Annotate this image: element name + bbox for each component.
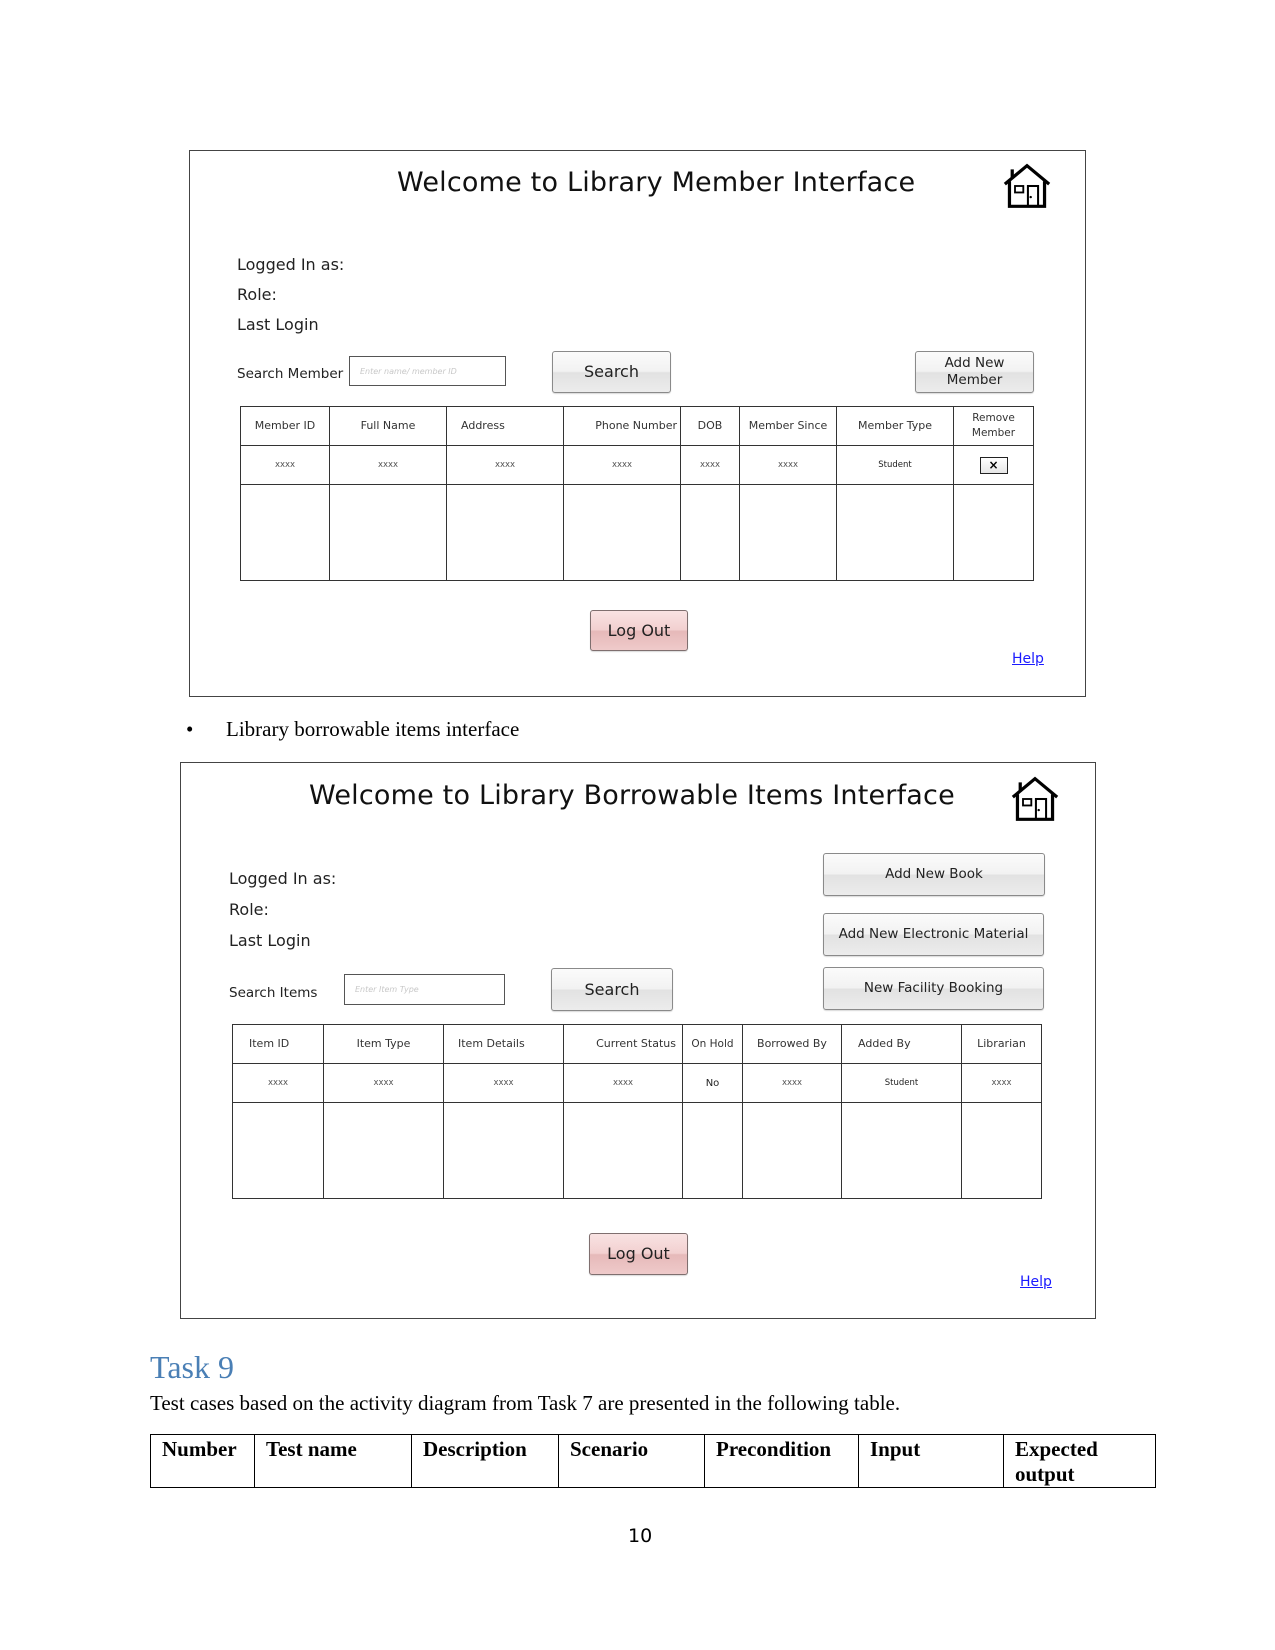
header-member-id: Member ID [240, 406, 330, 446]
items-interface-mockup: Welcome to Library Borrowable Items Inte… [180, 762, 1096, 1319]
header-item-type: Item Type [323, 1024, 444, 1064]
task-heading: Task 9 [150, 1349, 234, 1385]
members-table: Member ID Full Name Address Phone Number… [240, 406, 1034, 581]
cell-added-by: Student [841, 1063, 962, 1103]
page-number: 10 [628, 1525, 653, 1547]
member-interface-title: Welcome to Library Member Interface [397, 167, 916, 198]
help-link[interactable]: Help [1012, 651, 1044, 667]
items-interface-title: Welcome to Library Borrowable Items Inte… [309, 780, 955, 811]
header-precondition: Precondition [704, 1433, 859, 1489]
header-librarian: Librarian [961, 1024, 1042, 1064]
table-row: xxxx xxxx xxxx xxxx No xxxx Student xxxx [232, 1063, 1042, 1103]
header-test-name: Test name [254, 1433, 412, 1489]
cell-dob: xxxx [680, 445, 740, 485]
cell-current-status: xxxx [563, 1063, 683, 1103]
bullet-text: Library borrowable items interface [226, 717, 520, 741]
header-item-details: Item Details [443, 1024, 564, 1064]
add-new-member-button[interactable]: Add New Member [915, 351, 1034, 393]
table-row: xxxx xxxx xxxx xxxx xxxx xxxx Student × [240, 445, 1034, 485]
empty-row [232, 1102, 1042, 1199]
header-scenario: Scenario [558, 1433, 705, 1489]
header-on-hold: On Hold [682, 1024, 743, 1064]
header-number: Number [150, 1433, 255, 1489]
search-items-placeholder: Enter Item Type [355, 985, 419, 994]
header-full-name: Full Name [329, 406, 447, 446]
cell-phone-number: xxxx [563, 445, 681, 485]
header-remove-member: Remove Member [953, 406, 1034, 446]
cell-item-id: xxxx [232, 1063, 324, 1103]
logged-in-as-label: Logged In as: [237, 255, 345, 274]
search-member-input[interactable]: Enter name/ member ID [349, 356, 506, 386]
header-expected-output: Expected output [1003, 1433, 1156, 1489]
role-label: Role: [237, 285, 277, 304]
add-new-electronic-material-button[interactable]: Add New Electronic Material [823, 913, 1044, 956]
house-icon[interactable] [1007, 775, 1063, 823]
cell-member-type: Student [836, 445, 954, 485]
cell-on-hold: No [682, 1063, 743, 1103]
new-facility-booking-button[interactable]: New Facility Booking [823, 967, 1044, 1010]
header-phone-number: Phone Number [563, 406, 681, 446]
logged-in-as-label: Logged In as: [229, 869, 337, 888]
logout-button[interactable]: Log Out [590, 610, 688, 651]
test-cases-table: Number Test name Description Scenario Pr… [150, 1433, 1156, 1489]
items-table-header: Item ID Item Type Item Details Current S… [232, 1024, 1042, 1064]
remove-member-button[interactable]: × [979, 456, 1008, 474]
search-member-label: Search Member [237, 366, 344, 382]
items-table: Item ID Item Type Item Details Current S… [232, 1024, 1042, 1199]
task-intro: Test cases based on the activity diagram… [150, 1391, 901, 1415]
header-address: Address [446, 406, 564, 446]
header-dob: DOB [680, 406, 740, 446]
search-items-button[interactable]: Search [551, 968, 673, 1011]
cell-member-since: xxxx [739, 445, 837, 485]
house-icon[interactable] [999, 162, 1055, 210]
cell-item-details: xxxx [443, 1063, 564, 1103]
search-member-placeholder: Enter name/ member ID [360, 366, 457, 376]
header-item-id: Item ID [232, 1024, 324, 1064]
cell-full-name: xxxx [329, 445, 447, 485]
search-items-label: Search Items [229, 985, 318, 1001]
help-link[interactable]: Help [1020, 1274, 1052, 1290]
cell-member-id: xxxx [240, 445, 330, 485]
add-new-book-button[interactable]: Add New Book [823, 853, 1045, 896]
cell-address: xxxx [446, 445, 564, 485]
bullet-item: • Library borrowable items interface [186, 717, 519, 742]
search-member-button[interactable]: Search [552, 351, 671, 393]
logout-button[interactable]: Log Out [589, 1233, 688, 1275]
role-label: Role: [229, 900, 269, 919]
search-items-input[interactable]: Enter Item Type [344, 974, 505, 1005]
cell-remove-member: × [953, 445, 1034, 485]
header-borrowed-by: Borrowed By [742, 1024, 842, 1064]
last-login-label: Last Login [229, 931, 311, 950]
member-interface-mockup: Welcome to Library Member Interface Logg… [189, 150, 1086, 697]
header-member-since: Member Since [739, 406, 837, 446]
header-current-status: Current Status [563, 1024, 683, 1064]
bullet-icon: • [186, 717, 194, 741]
header-member-type: Member Type [836, 406, 954, 446]
test-cases-header: Number Test name Description Scenario Pr… [150, 1433, 1156, 1489]
last-login-label: Last Login [237, 315, 319, 334]
header-input: Input [858, 1433, 1004, 1489]
empty-row [240, 484, 1034, 581]
members-table-header: Member ID Full Name Address Phone Number… [240, 406, 1034, 446]
cell-item-type: xxxx [323, 1063, 444, 1103]
cell-librarian: xxxx [961, 1063, 1042, 1103]
cell-borrowed-by: xxxx [742, 1063, 842, 1103]
header-description: Description [411, 1433, 559, 1489]
header-added-by: Added By [841, 1024, 962, 1064]
